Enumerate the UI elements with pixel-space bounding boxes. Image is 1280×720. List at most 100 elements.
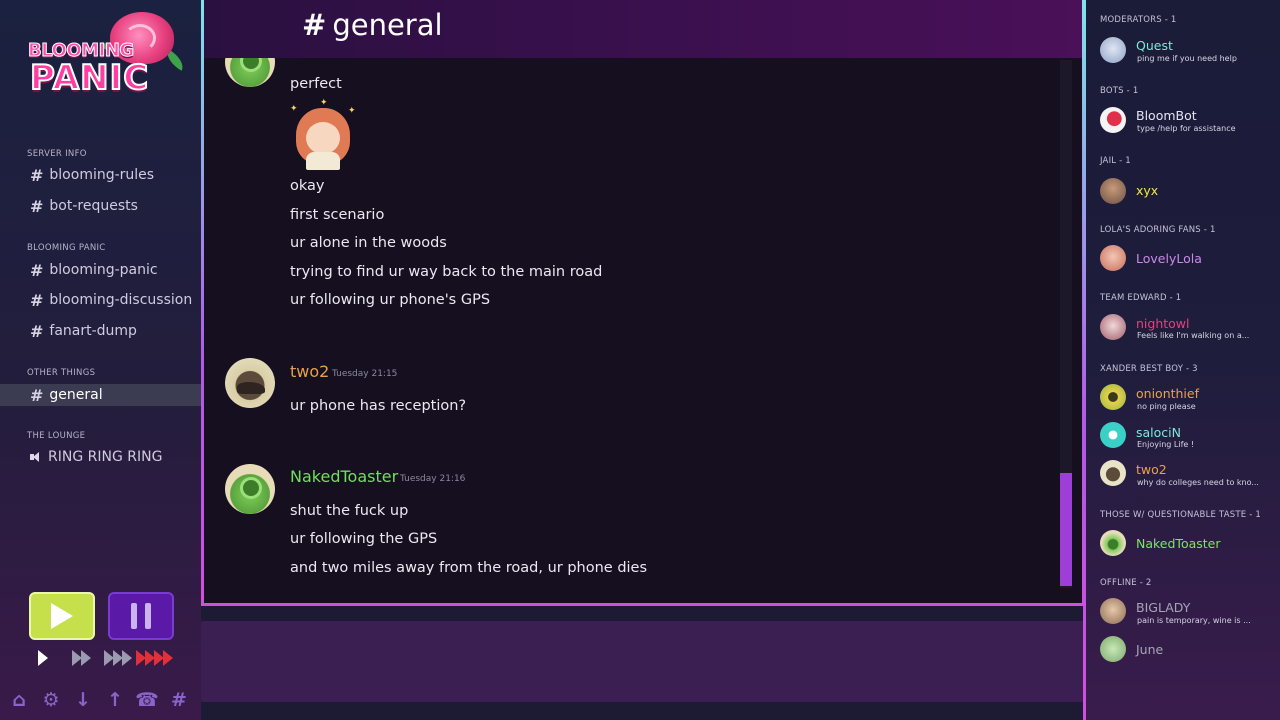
member-name[interactable]: BIGLADY — [1136, 600, 1190, 615]
category-other-things[interactable]: OTHER THINGS — [27, 368, 95, 378]
play-button[interactable] — [29, 592, 95, 640]
channel-sidebar: BLOOMING PANIC SERVER INFO # blooming-ru… — [0, 0, 201, 720]
hash-icon: # — [30, 165, 44, 185]
channel-title: # general — [302, 8, 443, 42]
channel-label: blooming-discussion — [49, 292, 193, 308]
speed-4x-button[interactable] — [136, 650, 173, 666]
category-blooming-panic[interactable]: BLOOMING PANIC — [27, 243, 106, 253]
channel-label: blooming-rules — [49, 167, 155, 183]
avatar[interactable] — [1100, 598, 1126, 624]
member-group-label: JAIL - 1 — [1100, 156, 1131, 166]
arrow-down-icon[interactable]: ↓ — [71, 688, 95, 712]
member-status: type /help for assistance — [1137, 124, 1236, 133]
member-name[interactable]: June — [1136, 642, 1163, 657]
message-line: perfect — [290, 76, 342, 92]
star-icon: ✦ — [320, 98, 328, 108]
member-name[interactable]: salociN — [1136, 425, 1181, 440]
fast-forward-icon — [163, 650, 173, 666]
message-line: and two miles away from the road, ur pho… — [290, 560, 648, 576]
message-timestamp: Tuesday 21:15 — [332, 369, 398, 379]
member-group-label: THOSE W/ QUESTIONABLE TASTE - 1 — [1100, 510, 1261, 520]
member-status: no ping please — [1137, 402, 1196, 411]
member-name[interactable]: two2 — [1136, 462, 1167, 477]
member-name[interactable]: xyx — [1136, 183, 1158, 198]
avatar[interactable] — [225, 358, 275, 408]
avatar[interactable] — [1100, 178, 1126, 204]
pause-button[interactable] — [108, 592, 174, 640]
message-author[interactable]: NakedToaster — [290, 467, 398, 486]
member-name[interactable]: Quest — [1136, 38, 1173, 53]
scrollbar-thumb[interactable] — [1060, 473, 1072, 586]
hash-icon: # — [30, 196, 44, 216]
logo-text-bottom: PANIC — [29, 57, 150, 99]
member-name[interactable]: NakedToaster — [1136, 536, 1221, 551]
star-icon: ✦ — [348, 106, 356, 116]
avatar[interactable] — [1100, 384, 1126, 410]
fast-forward-icon — [122, 650, 132, 666]
avatar[interactable] — [1100, 37, 1126, 63]
avatar[interactable] — [225, 464, 275, 514]
message-line: ur following ur phone's GPS — [290, 292, 491, 308]
settings-icon[interactable]: ⚙ — [39, 688, 63, 712]
member-group-label: MODERATORS - 1 — [1100, 15, 1177, 25]
arrow-up-icon[interactable]: ↑ — [103, 688, 127, 712]
voice-channel-ring-ring-ring[interactable]: RING RING RING — [0, 446, 201, 468]
member-status: pain is temporary, wine is ... — [1137, 616, 1251, 625]
star-icon: ✦ — [290, 104, 298, 114]
message-line: shut the fuck up — [290, 503, 409, 519]
channel-label: fanart-dump — [49, 323, 137, 339]
speed-1x-button[interactable] — [38, 650, 48, 666]
channel-blooming-panic[interactable]: # blooming-panic — [0, 259, 201, 281]
home-icon[interactable]: ⌂ — [7, 688, 31, 712]
avatar[interactable] — [1100, 245, 1126, 271]
hash-icon: # — [30, 290, 44, 310]
member-status: Enjoying Life ! — [1137, 440, 1195, 449]
avatar[interactable] — [1100, 530, 1126, 556]
speed-3x-button[interactable] — [104, 650, 132, 666]
channel-blooming-rules[interactable]: # blooming-rules — [0, 164, 201, 186]
avatar[interactable] — [1100, 636, 1126, 662]
avatar[interactable] — [1100, 314, 1126, 340]
message-author[interactable]: two2 — [290, 362, 329, 381]
member-name[interactable]: BloomBot — [1136, 108, 1197, 123]
channel-blooming-discussion[interactable]: # blooming-discussion — [0, 289, 201, 311]
hash-icon: # — [302, 8, 327, 42]
hash-icon[interactable]: # — [167, 688, 191, 712]
member-name[interactable]: LovelyLola — [1136, 251, 1202, 266]
member-group-label: OFFLINE - 2 — [1100, 578, 1152, 588]
channel-bot-requests[interactable]: # bot-requests — [0, 195, 201, 217]
hash-icon: # — [30, 321, 44, 341]
speed-2x-button[interactable] — [72, 650, 91, 666]
emote-face — [306, 122, 340, 154]
phone-icon[interactable]: ☎ — [135, 688, 159, 712]
category-server-info[interactable]: SERVER INFO — [27, 149, 87, 159]
channel-title-text: general — [332, 8, 443, 42]
chat-header: # general — [204, 0, 1082, 58]
channel-fanart-dump[interactable]: # fanart-dump — [0, 320, 201, 342]
avatar[interactable] — [1100, 460, 1126, 486]
member-group-label: XANDER BEST BOY - 3 — [1100, 364, 1198, 374]
avatar[interactable] — [1100, 107, 1126, 133]
category-the-lounge[interactable]: THE LOUNGE — [27, 431, 85, 441]
channel-label: blooming-panic — [49, 262, 158, 278]
member-group-label: BOTS - 1 — [1100, 86, 1139, 96]
member-list: MODERATORS - 1 Quest ping me if you need… — [1083, 0, 1280, 720]
hash-icon: # — [30, 385, 44, 405]
server-logo[interactable]: BLOOMING PANIC — [24, 10, 188, 106]
message-line: okay — [290, 178, 325, 194]
emote-body — [306, 152, 340, 170]
hash-icon: # — [30, 260, 44, 280]
member-status: why do colleges need to kno... — [1137, 478, 1259, 487]
avatar[interactable] — [1100, 422, 1126, 448]
channel-label: bot-requests — [49, 198, 138, 214]
channel-general[interactable]: # general — [0, 384, 201, 406]
member-status: Feels like I'm walking on a... — [1137, 331, 1250, 340]
play-icon — [38, 650, 48, 666]
chat-panel: # general perfect ✦ ✦ ✦ okay first scenar… — [201, 0, 1085, 606]
member-name[interactable]: onionthief — [1136, 386, 1199, 401]
message-input[interactable] — [201, 621, 1086, 702]
emote-image: ✦ ✦ ✦ — [290, 98, 356, 170]
message-line: ur alone in the woods — [290, 235, 447, 251]
member-status: ping me if you need help — [1137, 54, 1237, 63]
member-name[interactable]: nightowl — [1136, 316, 1190, 331]
